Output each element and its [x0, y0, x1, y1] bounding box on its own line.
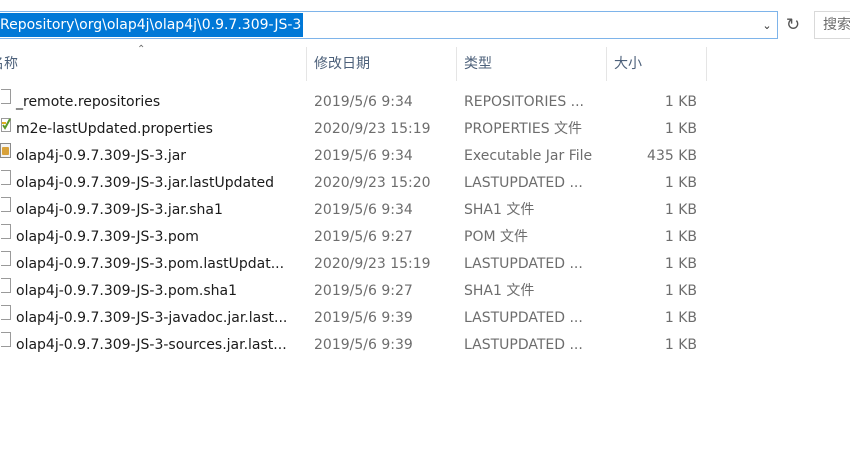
file-row[interactable]: m2e-lastUpdated.properties 2020/9/23 15:1… — [0, 116, 700, 143]
properties-file-icon — [0, 116, 12, 132]
file-name: olap4j-0.9.7.309-JS-3.pom.lastUpdat... — [16, 256, 285, 272]
file-size: 1 KB — [664, 337, 697, 353]
file-date: 2020/9/23 15:19 — [314, 256, 431, 272]
file-icon — [1, 305, 11, 320]
file-row[interactable]: _remote.repositories 2019/5/6 9:34 REPOSIT… — [0, 89, 700, 116]
file-date: 2019/5/6 9:39 — [314, 310, 413, 326]
address-history-dropdown[interactable]: ⌄ — [757, 14, 777, 36]
file-type: LASTUPDATED ... — [464, 337, 583, 353]
refresh-button[interactable]: ↻ — [781, 13, 805, 37]
refresh-icon: ↻ — [785, 15, 801, 35]
column-divider[interactable] — [306, 47, 307, 81]
file-name: olap4j-0.9.7.309-JS-3.jar.sha1 — [16, 202, 223, 218]
column-header-date[interactable]: 修改日期 — [314, 47, 370, 81]
file-name: olap4j-0.9.7.309-JS-3-javadoc.jar.last..… — [16, 310, 288, 326]
column-divider[interactable] — [606, 47, 607, 81]
chevron-down-icon: ⌄ — [762, 18, 772, 32]
file-row[interactable]: olap4j-0.9.7.309-JS-3.jar 2019/5/6 9:34 Ex… — [0, 143, 700, 170]
file-size: 1 KB — [664, 202, 697, 218]
file-size: 1 KB — [664, 94, 697, 110]
column-divider[interactable] — [706, 47, 707, 81]
file-icon — [1, 197, 11, 212]
file-size: 1 KB — [664, 310, 697, 326]
file-row[interactable]: olap4j-0.9.7.309-JS-3.pom 2019/5/6 9:27 PO… — [0, 224, 700, 251]
file-date: 2019/5/6 9:27 — [314, 283, 413, 299]
file-row[interactable]: olap4j-0.9.7.309-JS-3.jar.sha1 2019/5/6 9… — [0, 197, 700, 224]
file-type: LASTUPDATED ... — [464, 256, 583, 272]
file-type: REPOSITORIES ... — [464, 94, 585, 110]
column-header-name[interactable]: 名称 — [0, 47, 18, 81]
file-date: 2019/5/6 9:39 — [314, 337, 413, 353]
file-name: _remote.repositories — [16, 94, 161, 110]
file-type: LASTUPDATED ... — [464, 310, 583, 326]
file-name: olap4j-0.9.7.309-JS-3-sources.jar.last..… — [16, 337, 287, 353]
column-header-size[interactable]: 大小 — [614, 47, 642, 81]
file-type: SHA1 文件 — [464, 283, 535, 299]
file-name: olap4j-0.9.7.309-JS-3.jar.lastUpdated — [16, 175, 275, 191]
file-icon — [1, 170, 11, 185]
address-input[interactable]: Repository\org\olap4j\olap4j\0.9.7.309-J… — [0, 13, 304, 37]
file-row[interactable]: olap4j-0.9.7.309-JS-3.pom.sha1 2019/5/6 9… — [0, 278, 700, 305]
file-row[interactable]: olap4j-0.9.7.309-JS-3.jar.lastUpdated 202… — [0, 170, 700, 197]
file-size: 1 KB — [664, 229, 697, 245]
file-type: POM 文件 — [464, 229, 528, 245]
file-row[interactable]: olap4j-0.9.7.309-JS-3-sources.jar.last..… — [0, 332, 700, 359]
file-type: PROPERTIES 文件 — [464, 121, 583, 137]
file-name: olap4j-0.9.7.309-JS-3.pom — [16, 229, 199, 245]
file-name: olap4j-0.9.7.309-JS-3.jar — [16, 148, 187, 164]
file-type: LASTUPDATED ... — [464, 175, 583, 191]
file-date: 2019/5/6 9:34 — [314, 148, 413, 164]
search-placeholder: 搜索 — [823, 17, 850, 33]
file-size: 1 KB — [664, 175, 697, 191]
file-row[interactable]: olap4j-0.9.7.309-JS-3.pom.lastUpdat... 20… — [0, 251, 700, 278]
file-size: 1 KB — [664, 283, 697, 299]
address-bar[interactable]: Repository\org\olap4j\olap4j\0.9.7.309-J… — [0, 11, 778, 39]
sort-ascending-icon: ⌃ — [137, 44, 146, 55]
file-icon — [1, 89, 11, 104]
search-input[interactable]: 搜索 — [814, 11, 850, 39]
file-icon — [1, 332, 11, 347]
file-date: 2019/5/6 9:34 — [314, 202, 413, 218]
file-size: 435 KB — [647, 148, 697, 164]
file-name: olap4j-0.9.7.309-JS-3.pom.sha1 — [16, 283, 238, 299]
file-size: 1 KB — [664, 256, 697, 272]
column-divider[interactable] — [456, 47, 457, 81]
file-size: 1 KB — [664, 121, 697, 137]
file-date: 2020/9/23 15:19 — [314, 121, 431, 137]
column-header-type[interactable]: 类型 — [464, 47, 492, 81]
file-row[interactable]: olap4j-0.9.7.309-JS-3-javadoc.jar.last..… — [0, 305, 700, 332]
file-date: 2019/5/6 9:34 — [314, 94, 413, 110]
file-type: SHA1 文件 — [464, 202, 535, 218]
file-date: 2019/5/6 9:27 — [314, 229, 413, 245]
file-icon — [1, 224, 11, 239]
jar-file-icon — [0, 143, 11, 158]
file-type: Executable Jar File — [464, 148, 593, 164]
file-date: 2020/9/23 15:20 — [314, 175, 431, 191]
file-name: m2e-lastUpdated.properties — [16, 121, 213, 137]
file-icon — [1, 251, 11, 266]
file-icon — [1, 278, 11, 293]
